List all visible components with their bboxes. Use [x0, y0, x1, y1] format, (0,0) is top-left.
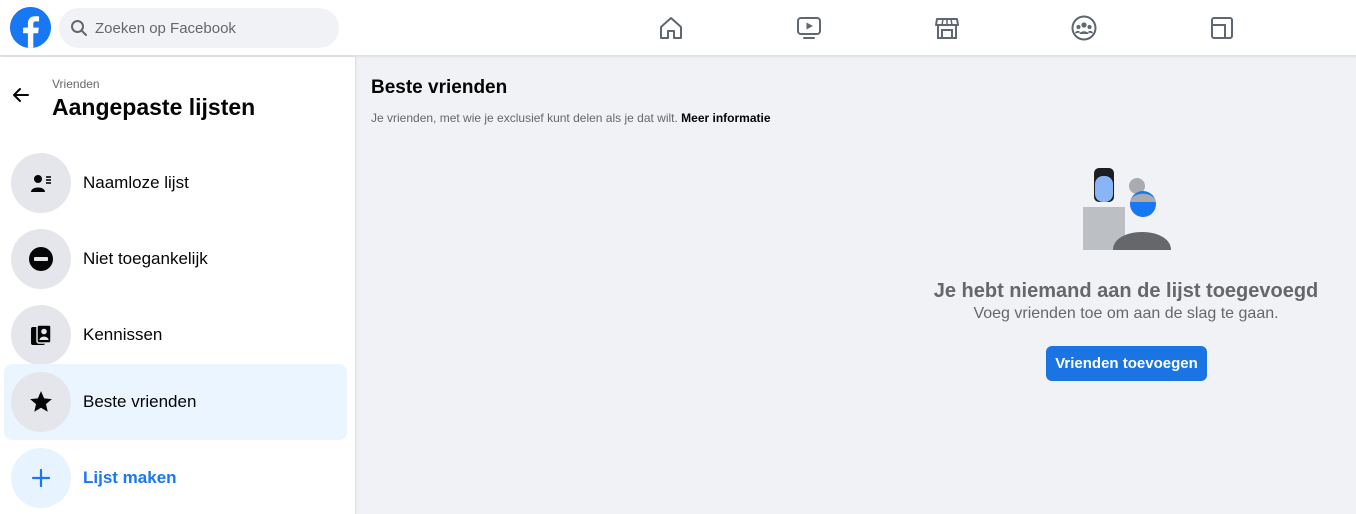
person-list-icon [11, 153, 71, 213]
watch-icon[interactable] [793, 12, 825, 44]
breadcrumb[interactable]: Vrienden [52, 77, 100, 91]
sidebar-item-label: Beste vrienden [83, 392, 197, 411]
groups-icon[interactable] [1068, 12, 1100, 44]
empty-list-illustration [1082, 166, 1174, 252]
sidebar-item-niet-toegankelijk[interactable]: Niet toegankelijk [4, 221, 347, 297]
sidebar-item-kennissen[interactable]: Kennissen [4, 297, 347, 373]
sidebar-item-label: Niet toegankelijk [83, 249, 208, 268]
sidebar-item-label: Naamloze lijst [83, 173, 189, 192]
top-navigation-bar [0, 0, 1356, 56]
create-list-label: Lijst maken [83, 468, 177, 487]
empty-state-subtitle: Voeg vrienden toe om aan de slag te gaan… [973, 305, 1279, 322]
facebook-logo-icon[interactable] [10, 7, 51, 48]
marketplace-icon[interactable] [931, 12, 963, 44]
sidebar-item-naamloze-lijst[interactable]: Naamloze lijst [4, 145, 347, 221]
list-title: Beste vrienden [371, 77, 508, 98]
search-input[interactable] [95, 19, 315, 37]
gaming-icon[interactable] [1206, 12, 1238, 44]
more-info-link[interactable]: Meer informatie [681, 111, 770, 125]
sidebar: Vrienden Aangepaste lijsten Naamloze lij… [0, 57, 355, 514]
restricted-icon [11, 229, 71, 289]
list-description: Je vrienden, met wie je exclusief kunt d… [371, 111, 771, 125]
star-icon [11, 372, 71, 432]
sidebar-item-label: Kennissen [83, 325, 163, 344]
back-arrow-icon[interactable] [9, 83, 33, 107]
acquaintances-icon [11, 305, 71, 365]
create-list-button[interactable]: Lijst maken [4, 440, 347, 514]
search-bar[interactable] [59, 8, 339, 48]
plus-icon [11, 448, 71, 508]
add-friends-button[interactable]: Vrienden toevoegen [1046, 346, 1207, 381]
sidebar-item-beste-vrienden[interactable]: Beste vrienden [4, 364, 347, 440]
list-description-text: Je vrienden, met wie je exclusief kunt d… [371, 111, 678, 125]
home-icon[interactable] [655, 12, 687, 44]
search-icon [71, 20, 87, 36]
page-title: Aangepaste lijsten [52, 94, 256, 120]
empty-state-title: Je hebt niemand aan de lijst toegevoegd [933, 280, 1319, 302]
